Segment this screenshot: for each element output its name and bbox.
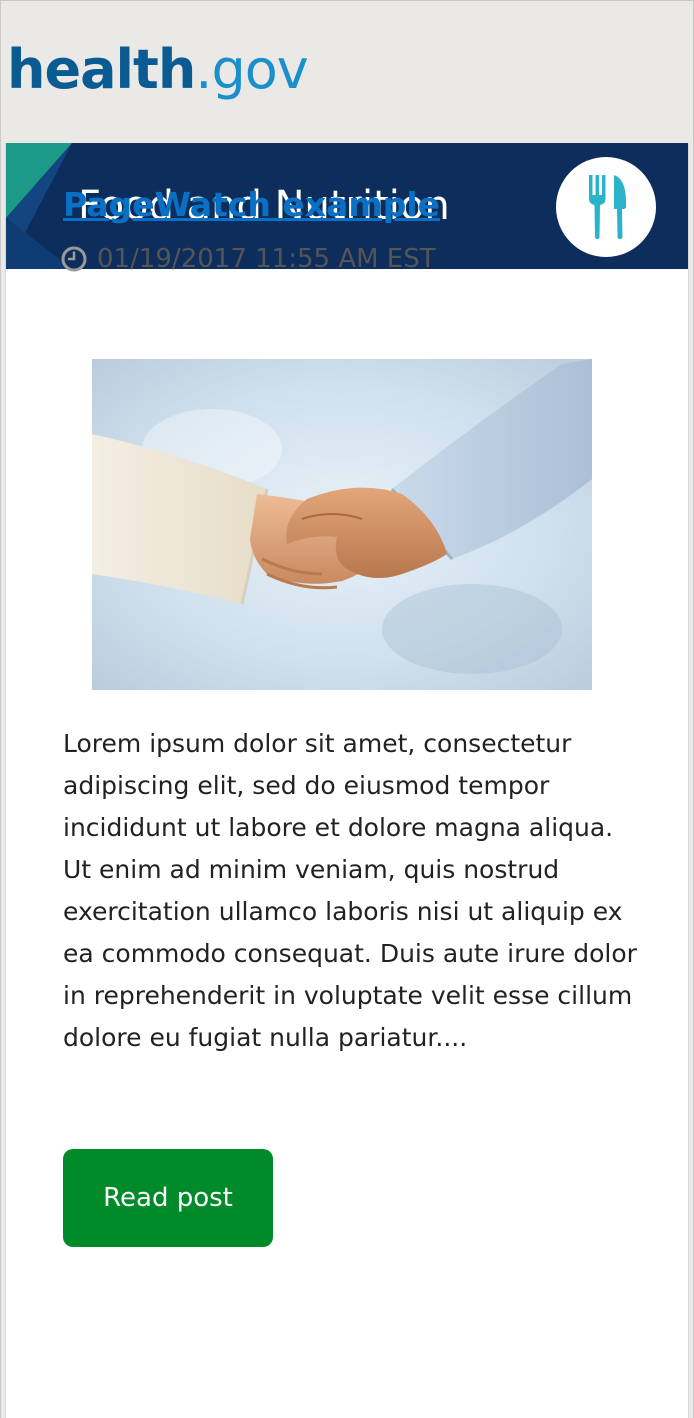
post-title-link[interactable]: PageWatch example xyxy=(63,183,440,227)
site-logo[interactable]: health.gov xyxy=(7,35,309,105)
read-post-button[interactable]: Read post xyxy=(63,1149,273,1247)
logo-text-gov: .gov xyxy=(195,38,308,101)
logo-text-health: health xyxy=(7,38,196,101)
post-timestamp: 01/19/2017 11:55 AM EST xyxy=(61,239,436,279)
clock-icon xyxy=(61,246,87,272)
page: health.gov Food and Nutrition PageWatch … xyxy=(0,0,694,1418)
post-image-handshake xyxy=(92,359,592,690)
timestamp-text: 01/19/2017 11:55 AM EST xyxy=(97,244,436,274)
post-excerpt: Lorem ipsum dolor sit amet, consectetur … xyxy=(63,729,637,1052)
fork-knife-icon xyxy=(556,157,656,257)
